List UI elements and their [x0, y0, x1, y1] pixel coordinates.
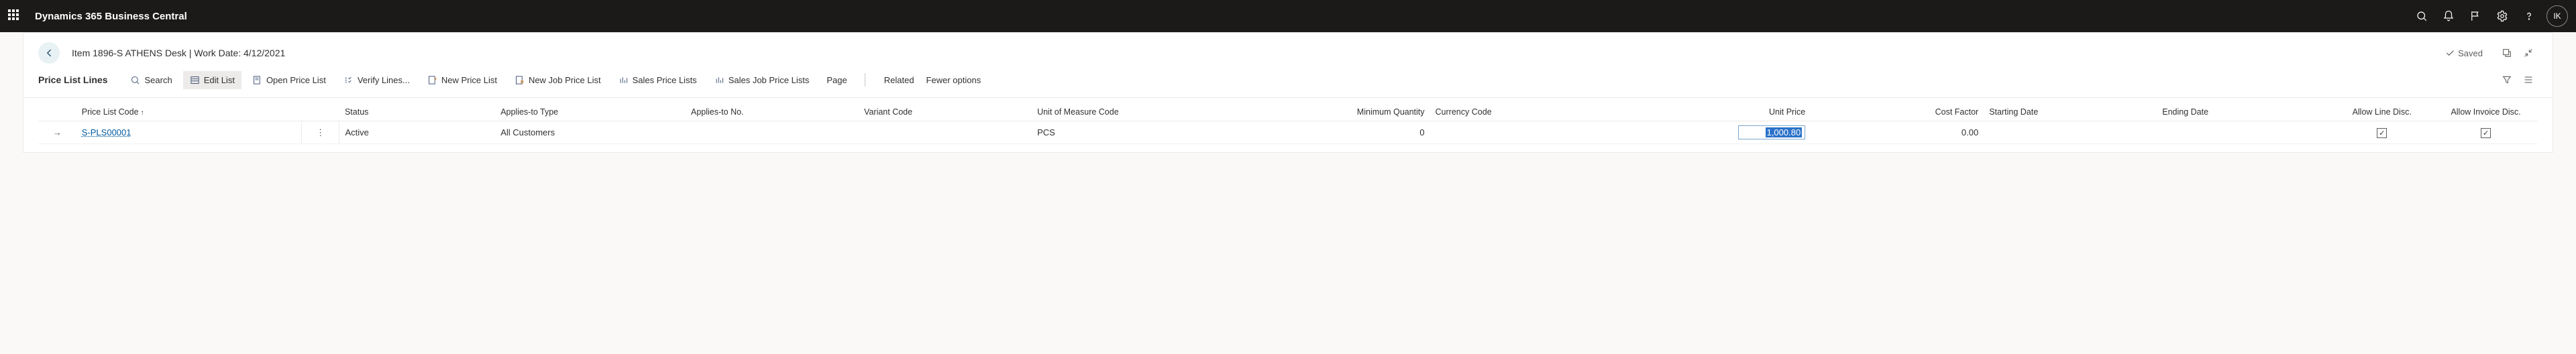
col-currency[interactable]: Currency Code [1430, 102, 1603, 121]
back-button[interactable] [38, 42, 60, 64]
applies-to-no-cell[interactable] [686, 121, 859, 144]
starting-date-cell[interactable] [1984, 121, 2157, 144]
breadcrumb: Item 1896-S ATHENS Desk | Work Date: 4/1… [72, 48, 285, 58]
settings-icon[interactable] [2489, 0, 2516, 32]
col-starting-date[interactable]: Starting Date [1984, 102, 2157, 121]
col-uom[interactable]: Unit of Measure Code [1032, 102, 1222, 121]
saved-label: Saved [2458, 48, 2483, 58]
cost-factor-cell[interactable]: 0.00 [1811, 121, 1984, 144]
col-ending-date[interactable]: Ending Date [2157, 102, 2330, 121]
toolbar-title: Price List Lines [38, 74, 107, 85]
page-menu[interactable]: Page [820, 71, 853, 89]
current-row-arrow-icon: → [38, 121, 76, 144]
sales-job-price-lists-button[interactable]: Sales Job Price Lists [708, 71, 816, 89]
collapse-icon[interactable] [2519, 44, 2538, 62]
col-cost-factor[interactable]: Cost Factor [1811, 102, 1984, 121]
help-icon[interactable] [2516, 0, 2542, 32]
filter-icon[interactable] [2498, 70, 2516, 89]
price-list-grid: Price List Code↑ Status Applies-to Type … [38, 102, 2538, 144]
flag-icon[interactable] [2462, 0, 2489, 32]
col-min-qty[interactable]: Minimum Quantity [1222, 102, 1430, 121]
unit-price-input[interactable]: 1,000.80 [1738, 125, 1805, 139]
status-cell[interactable]: Active [339, 121, 495, 144]
search-icon[interactable] [2408, 0, 2435, 32]
sales-price-lists-button[interactable]: Sales Price Lists [612, 71, 704, 89]
related-link[interactable]: Related [884, 75, 914, 85]
col-applies-to-no[interactable]: Applies-to No. [686, 102, 859, 121]
col-unit-price[interactable]: Unit Price [1603, 102, 1811, 121]
col-price-list-code[interactable]: Price List Code↑ [76, 102, 301, 121]
user-avatar[interactable]: IK [2546, 5, 2568, 27]
table-row[interactable]: → S-PLS00001 ⋮ Active All Customers PCS … [38, 121, 2538, 144]
search-button[interactable]: Search [123, 71, 178, 89]
min-qty-cell[interactable]: 0 [1222, 121, 1430, 144]
new-price-list-button[interactable]: New Price List [421, 71, 504, 89]
notifications-icon[interactable] [2435, 0, 2462, 32]
variant-code-cell[interactable] [859, 121, 1032, 144]
popout-icon[interactable] [2498, 44, 2516, 62]
col-variant-code[interactable]: Variant Code [859, 102, 1032, 121]
ending-date-cell[interactable] [2157, 121, 2330, 144]
list-view-icon[interactable] [2519, 70, 2538, 89]
col-allow-line-disc[interactable]: Allow Line Disc. [2330, 102, 2434, 121]
uom-cell[interactable]: PCS [1032, 121, 1222, 144]
new-job-price-list-button[interactable]: New Job Price List [508, 71, 608, 89]
allow-line-disc-checkbox[interactable] [2377, 128, 2387, 138]
col-status[interactable]: Status [339, 102, 495, 121]
saved-indicator: Saved [2445, 48, 2483, 58]
allow-invoice-disc-checkbox[interactable] [2481, 128, 2491, 138]
verify-lines-button[interactable]: Verify Lines... [337, 71, 417, 89]
col-applies-to-type[interactable]: Applies-to Type [495, 102, 686, 121]
app-launcher-icon[interactable] [8, 9, 21, 23]
open-price-list-button[interactable]: Open Price List [246, 71, 333, 89]
col-allow-invoice-disc[interactable]: Allow Invoice Disc. [2434, 102, 2538, 121]
price-list-code-cell[interactable]: S-PLS00001 [82, 127, 131, 137]
fewer-options-link[interactable]: Fewer options [926, 75, 981, 85]
row-menu-icon[interactable]: ⋮ [316, 127, 325, 137]
currency-cell[interactable] [1430, 121, 1603, 144]
app-title: Dynamics 365 Business Central [35, 11, 187, 22]
edit-list-button[interactable]: Edit List [183, 71, 241, 89]
applies-to-type-cell[interactable]: All Customers [495, 121, 686, 144]
